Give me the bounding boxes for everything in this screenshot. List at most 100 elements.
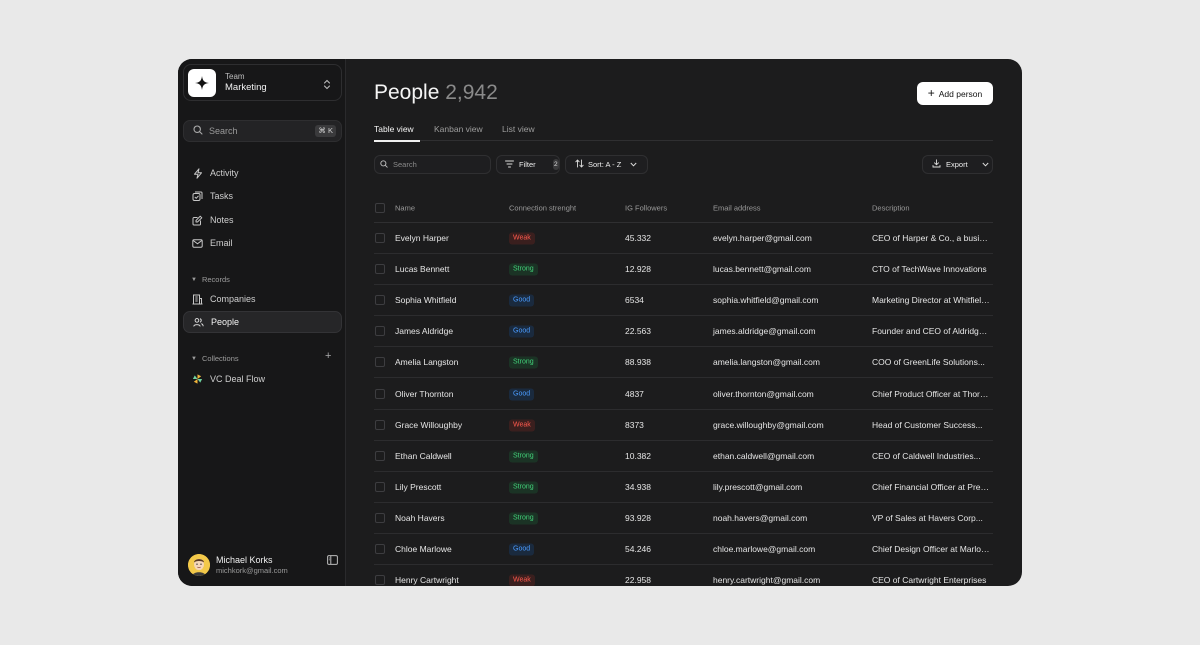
- select-all-checkbox[interactable]: [375, 202, 385, 213]
- table-row[interactable]: James Aldridge Good 22.563 james.aldridge@g…: [374, 316, 993, 348]
- row-checkbox[interactable]: [375, 481, 385, 492]
- connection-badge: Weak: [509, 419, 535, 432]
- email-address[interactable]: oliver.thornton@gmail.com: [713, 389, 814, 399]
- table-row[interactable]: Lily Prescott Strong 34.938 lily.prescott@g…: [374, 472, 993, 503]
- person-name[interactable]: James Aldridge: [395, 326, 453, 336]
- sidebar-toggle-icon[interactable]: [327, 552, 338, 570]
- caret-down-icon: ▼: [191, 355, 197, 362]
- person-name[interactable]: Ethan Caldwell: [395, 451, 452, 461]
- table-row[interactable]: Noah Havers Strong 93.928 noah.havers@gmail…: [374, 503, 993, 534]
- table-row[interactable]: Henry Cartwright Weak 22.958 henry.cartwrig…: [374, 565, 993, 586]
- email-address[interactable]: chloe.marlowe@gmail.com: [713, 544, 815, 554]
- search-icon: [380, 159, 388, 170]
- row-checkbox[interactable]: [375, 233, 385, 244]
- sidebar-item-vc-deal-flow[interactable]: VC Deal Flow: [183, 368, 342, 390]
- person-name[interactable]: Evelyn Harper: [395, 233, 449, 243]
- row-checkbox[interactable]: [375, 264, 385, 275]
- table-row[interactable]: Evelyn Harper Weak 45.332 evelyn.harper@gma…: [374, 223, 993, 255]
- ig-followers: 12.928: [625, 264, 651, 275]
- email-address[interactable]: grace.willoughby@gmail.com: [713, 420, 824, 430]
- email-address[interactable]: noah.havers@gmail.com: [713, 513, 807, 523]
- connection-badge: Good: [509, 388, 535, 401]
- section-collections[interactable]: ▼ Collections: [191, 354, 239, 363]
- connection-cell: Strong: [509, 449, 538, 463]
- column-header-ig-followers[interactable]: IG Followers: [625, 203, 667, 212]
- person-name[interactable]: Sophia Whitfield: [395, 295, 456, 305]
- search-label: Search: [209, 126, 238, 136]
- export-button[interactable]: Export: [922, 155, 993, 174]
- search-icon: [193, 122, 203, 140]
- sidebar-item-notes[interactable]: Notes: [183, 209, 342, 231]
- download-icon: [932, 159, 941, 170]
- description: Marketing Director at Whitfield Media: [872, 295, 991, 306]
- ig-followers: 88.938: [625, 357, 651, 368]
- add-person-button[interactable]: + Add person: [917, 82, 993, 105]
- column-header-connection[interactable]: Connection strenght: [509, 203, 576, 212]
- sidebar-search[interactable]: Search ⌘ K: [183, 120, 342, 142]
- table-row[interactable]: Amelia Langston Strong 88.938 amelia.langst…: [374, 347, 993, 379]
- connection-badge: Good: [509, 325, 535, 338]
- tab-kanban-view[interactable]: Kanban view: [434, 124, 483, 134]
- connection-cell: Good: [509, 325, 535, 338]
- email-address[interactable]: amelia.langston@gmail.com: [713, 357, 820, 367]
- table-row[interactable]: Grace Willoughby Weak 8373 grace.willoughby…: [374, 410, 993, 441]
- team-switcher[interactable]: Team Marketing: [183, 64, 342, 101]
- sort-button[interactable]: Sort: A - Z: [565, 155, 648, 174]
- sidebar-item-activity[interactable]: Activity: [183, 162, 342, 184]
- tab-list-view[interactable]: List view: [502, 124, 535, 134]
- person-name[interactable]: Oliver Thornton: [395, 389, 453, 399]
- table-row[interactable]: Chloe Marlowe Good 54.246 chloe.marlowe@gma…: [374, 534, 993, 566]
- sidebar-item-people[interactable]: People: [183, 311, 342, 333]
- mail-icon: [192, 238, 203, 249]
- person-name[interactable]: Noah Havers: [395, 513, 445, 523]
- table-row[interactable]: Oliver Thornton Good 4837 oliver.thornton@g…: [374, 378, 993, 410]
- table-body: Evelyn Harper Weak 45.332 evelyn.harper@gma…: [374, 223, 993, 586]
- row-checkbox[interactable]: [375, 543, 385, 554]
- person-name[interactable]: Chloe Marlowe: [395, 544, 452, 554]
- team-logo-icon: [188, 68, 216, 97]
- email-address[interactable]: evelyn.harper@gmail.com: [713, 233, 812, 243]
- column-header-name[interactable]: Name: [395, 203, 415, 212]
- table-row[interactable]: Ethan Caldwell Strong 10.382 ethan.caldwell…: [374, 441, 993, 472]
- table-search-input[interactable]: Search: [374, 155, 491, 174]
- filter-button[interactable]: Filter 2: [496, 155, 560, 174]
- chevron-updown-icon: [323, 77, 331, 95]
- email-address[interactable]: lily.prescott@gmail.com: [713, 482, 802, 492]
- row-checkbox[interactable]: [375, 295, 385, 306]
- email-address[interactable]: james.aldridge@gmail.com: [713, 326, 816, 336]
- email-address[interactable]: ethan.caldwell@gmail.com: [713, 451, 814, 461]
- row-checkbox[interactable]: [375, 450, 385, 461]
- sidebar-item-email[interactable]: Email: [183, 232, 342, 254]
- user-profile[interactable]: Michael Korks michkork@gmail.com: [188, 554, 288, 576]
- table-row[interactable]: Lucas Bennett Strong 12.928 lucas.bennett@g…: [374, 254, 993, 286]
- table-row[interactable]: Sophia Whitfield Good 6534 sophia.whitfield…: [374, 285, 993, 317]
- description: Chief Design Officer at Marlowe Studio: [872, 543, 991, 554]
- email-address[interactable]: sophia.whitfield@gmail.com: [713, 295, 818, 305]
- connection-badge: Weak: [509, 574, 535, 586]
- row-checkbox[interactable]: [375, 419, 385, 430]
- export-label: Export: [946, 160, 968, 169]
- column-header-description[interactable]: Description: [872, 203, 991, 212]
- person-name[interactable]: Lucas Bennett: [395, 264, 449, 274]
- row-checkbox[interactable]: [375, 326, 385, 337]
- person-name[interactable]: Lily Prescott: [395, 482, 441, 492]
- sidebar-item-tasks[interactable]: Tasks: [183, 185, 342, 207]
- sidebar-item-label: People: [211, 317, 240, 327]
- person-name[interactable]: Grace Willoughby: [395, 420, 462, 430]
- email-address[interactable]: henry.cartwright@gmail.com: [713, 575, 820, 585]
- section-records[interactable]: ▼ Records: [191, 275, 230, 284]
- row-checkbox[interactable]: [375, 357, 385, 368]
- connection-badge: Weak: [509, 232, 535, 245]
- row-checkbox[interactable]: [375, 512, 385, 523]
- sidebar-item-companies[interactable]: Companies: [183, 288, 342, 310]
- add-collection-icon[interactable]: +: [325, 350, 331, 362]
- person-name[interactable]: Amelia Langston: [395, 357, 458, 367]
- row-checkbox[interactable]: [375, 575, 385, 586]
- connection-cell: Strong: [509, 263, 538, 276]
- person-name[interactable]: Henry Cartwright: [395, 575, 459, 585]
- row-checkbox[interactable]: [375, 388, 385, 399]
- tab-table-view[interactable]: Table view: [374, 124, 414, 134]
- email-address[interactable]: lucas.bennett@gmail.com: [713, 264, 811, 274]
- add-person-label: Add person: [938, 88, 983, 99]
- column-header-email[interactable]: Email address: [713, 203, 761, 212]
